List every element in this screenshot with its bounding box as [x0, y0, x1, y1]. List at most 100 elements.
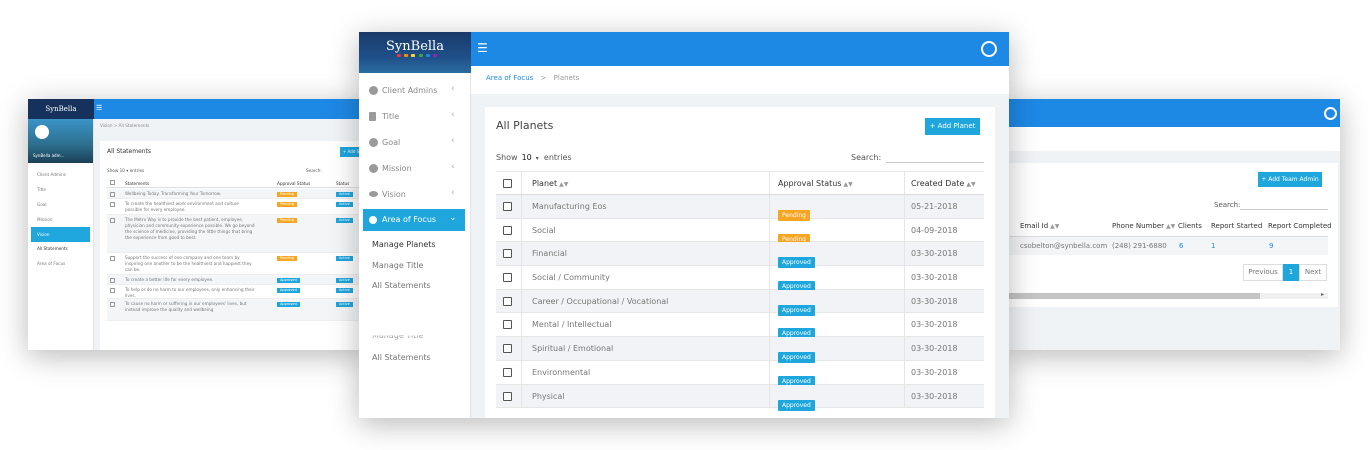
row-checkbox[interactable]: [503, 225, 512, 235]
table-row: Wellbeing Today. Transforming Your Tomor…: [107, 189, 366, 199]
sidebar-sub-manage-title[interactable]: Manage Title: [372, 261, 423, 270]
row-checkbox[interactable]: [503, 273, 512, 283]
row-checkbox[interactable]: [110, 256, 115, 261]
table-row: Mental / Intellectual Approved 03-30-2018: [496, 313, 984, 340]
clients-link[interactable]: 6: [1179, 242, 1183, 250]
table-row: Career / Occupational / Vocational Approv…: [496, 289, 984, 316]
chevron-down-icon: ⌄: [449, 213, 457, 223]
breadcrumb-link-area-of-focus[interactable]: Area of Focus: [486, 74, 533, 82]
row-checkbox[interactable]: [110, 278, 115, 283]
planet-name: Environmental: [532, 367, 591, 377]
approval-badge: Pending: [277, 192, 297, 197]
row-checkbox[interactable]: [503, 202, 512, 211]
table-row: To help or do no harm to our employees, …: [107, 285, 366, 299]
document-icon: [369, 112, 376, 121]
sidebar-sub-all-statements[interactable]: All Statements: [372, 281, 431, 290]
user-circle-icon[interactable]: [981, 41, 997, 57]
sidebar-item-goal[interactable]: Goal ‹: [359, 130, 471, 156]
status-badge: Active: [336, 192, 353, 197]
entries-selector[interactable]: Show 10 ▾ entries: [107, 168, 144, 173]
sidebar: SynBella adm... Client Admins Title Goal…: [28, 119, 94, 350]
column-phone[interactable]: Phone Number ▲▼: [1112, 222, 1175, 230]
sidebar-sub-all-statements-lower[interactable]: All Statements: [372, 353, 431, 362]
entries-selector[interactable]: Show 10 ▾ entries: [496, 153, 572, 162]
sidebar-sub-manage-title-lower[interactable]: Manage Title: [372, 336, 423, 341]
row-checkbox[interactable]: [110, 218, 115, 223]
table-row: To create a better life for every employ…: [107, 275, 366, 285]
scrollbar-thumb[interactable]: [1008, 293, 1260, 299]
statement-text: To create a better life for every employ…: [125, 277, 214, 282]
sort-icon: ▲▼: [966, 181, 976, 188]
search-input[interactable]: [1240, 209, 1328, 210]
sidebar-sub-manage-planets[interactable]: Manage Planets: [372, 240, 436, 249]
next-button[interactable]: Next: [1299, 264, 1327, 281]
column-clients[interactable]: Clients: [1178, 222, 1202, 230]
row-checkbox[interactable]: [503, 344, 512, 354]
sidebar-item-client-admins[interactable]: Client Admins ‹: [359, 78, 471, 104]
row-checkbox[interactable]: [503, 391, 512, 401]
table-row: Physical Approved 03-30-2018: [496, 384, 984, 411]
row-checkbox[interactable]: [110, 288, 115, 293]
column-created-date[interactable]: Created Date ▲▼: [911, 179, 976, 188]
planet-name: Manufacturing Eos: [532, 202, 607, 211]
column-report-started[interactable]: Report Started: [1211, 222, 1262, 230]
search-input[interactable]: [886, 162, 984, 163]
sidebar-item-mission[interactable]: Mission: [28, 212, 93, 227]
column-planet[interactable]: Planet ▲▼: [532, 179, 568, 188]
statement-text: To create the healthiest work environmen…: [125, 201, 240, 212]
profile-banner: SynBella adm...: [28, 119, 93, 163]
column-email[interactable]: Email Id ▲▼: [1020, 222, 1059, 230]
approval-badge: Approved: [778, 399, 815, 411]
sidebar-sub-all-statements[interactable]: All Statements: [28, 242, 93, 256]
card-title: All Statements: [107, 148, 152, 155]
report-completed-link[interactable]: 9: [1269, 242, 1273, 250]
sidebar-item-vision[interactable]: Vision ‹: [359, 182, 471, 208]
top-bar: [1008, 99, 1340, 127]
row-checkbox[interactable]: [503, 296, 512, 306]
select-all-checkbox[interactable]: [110, 180, 115, 185]
select-all-checkbox[interactable]: [503, 179, 512, 188]
sidebar-item-goal[interactable]: Goal: [28, 197, 93, 212]
row-checkbox[interactable]: [110, 202, 115, 207]
sidebar-item-vision[interactable]: Vision: [31, 227, 90, 242]
page-1-button[interactable]: 1: [1283, 264, 1299, 281]
sidebar-item-area-of-focus[interactable]: Area of Focus: [28, 256, 93, 271]
table-row: Environmental Approved 03-30-2018: [496, 360, 984, 387]
statement-text: Wellbeing Today. Transforming Your Tomor…: [125, 191, 222, 196]
hamburger-icon[interactable]: ☰: [96, 104, 102, 112]
statements-card: All Statements + Add St Show 10 ▾ entrie…: [100, 141, 366, 350]
row-checkbox[interactable]: [503, 249, 512, 259]
sidebar-item-area-of-focus[interactable]: Area of Focus ⌄: [363, 209, 465, 231]
add-team-admin-button[interactable]: + Add Team Admin: [1258, 172, 1322, 187]
column-approval-status[interactable]: Approval Status ▲▼: [778, 179, 853, 188]
status-badge: Active: [336, 302, 353, 307]
entries-value[interactable]: 10: [522, 153, 532, 162]
scroll-right-icon[interactable]: ▸: [1321, 291, 1324, 298]
table-header: Planet ▲▼ Approval Status ▲▼ Created Date ▲…: [496, 171, 984, 195]
breadcrumb: Area of Focus > Planets: [486, 74, 579, 82]
search-label: Search:: [1214, 201, 1241, 209]
column-report-completed[interactable]: Report Completed: [1268, 222, 1332, 230]
avatar[interactable]: [35, 125, 49, 139]
row-checkbox[interactable]: [110, 192, 115, 197]
sidebar-item-title[interactable]: Title: [28, 182, 93, 197]
add-planet-button[interactable]: + Add Planet: [925, 118, 980, 135]
sidebar-item-title[interactable]: Title ‹: [359, 104, 471, 130]
row-checkbox[interactable]: [503, 320, 512, 330]
statement-text: The Metro Way is to provide the best pat…: [125, 217, 255, 240]
user-circle-icon[interactable]: [1324, 107, 1337, 120]
sidebar-item-client-admins[interactable]: Client Admins: [28, 167, 93, 182]
breadcrumb-current: Planets: [553, 74, 580, 82]
sidebar-item-mission[interactable]: Mission ‹: [359, 156, 471, 182]
row-checkbox[interactable]: [110, 302, 115, 307]
report-started-link[interactable]: 1: [1211, 242, 1215, 250]
row-checkbox[interactable]: [503, 367, 512, 377]
email-cell: csobelton@synbella.com: [1020, 242, 1108, 250]
eye-icon: [369, 191, 378, 197]
profile-name[interactable]: SynBella adm...: [33, 153, 64, 158]
status-badge: Active: [336, 202, 353, 207]
created-date: 03-30-2018: [911, 367, 958, 377]
previous-button[interactable]: Previous: [1243, 264, 1283, 281]
hamburger-icon[interactable]: ☰: [477, 41, 488, 55]
logo: SynBella: [386, 39, 444, 54]
